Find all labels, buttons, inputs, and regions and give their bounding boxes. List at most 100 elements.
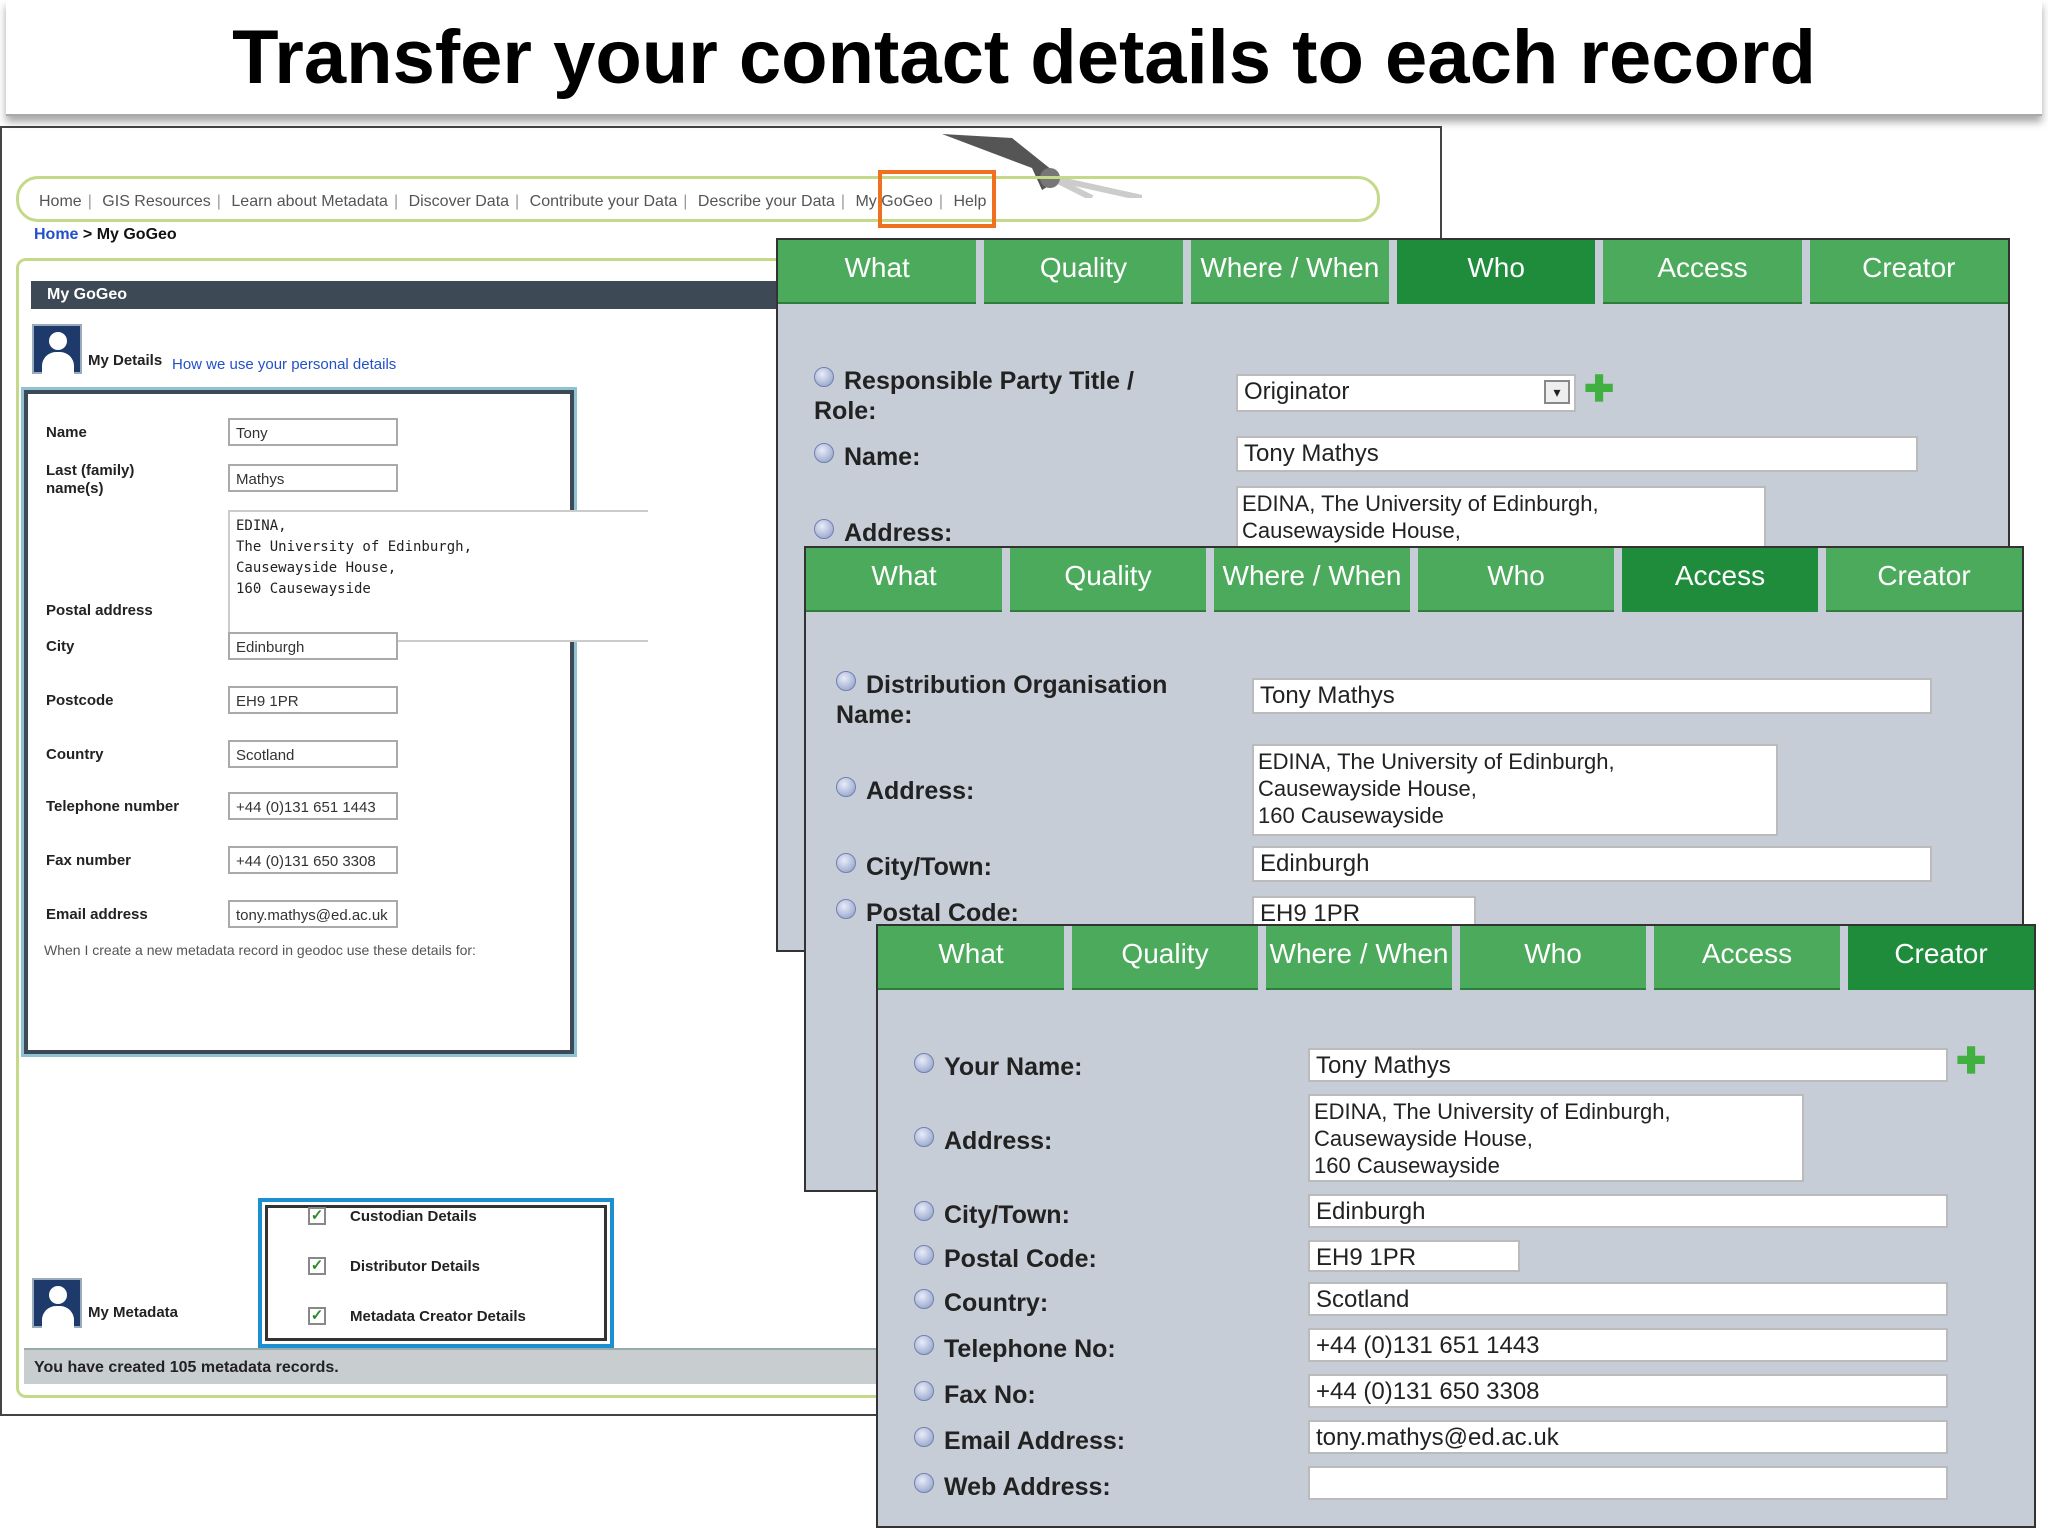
creator-fax-input[interactable]: +44 (0)131 650 3308 xyxy=(1308,1374,1948,1408)
my-details-label: My Details xyxy=(88,352,163,369)
checkbox-checked-icon[interactable]: ✓ xyxy=(308,1307,326,1325)
nav-home[interactable]: Home xyxy=(39,193,82,211)
tab-where-when[interactable]: Where / When xyxy=(1190,240,1389,304)
nav-contribute-data[interactable]: Contribute your Data xyxy=(530,193,678,211)
tab-quality[interactable]: Quality xyxy=(1072,926,1258,990)
email-input[interactable]: tony.mathys@ed.ac.uk xyxy=(228,900,398,928)
info-icon[interactable] xyxy=(836,853,856,873)
postcode-input[interactable]: EH9 1PR xyxy=(228,686,398,714)
tab-where-when[interactable]: Where / When xyxy=(1214,548,1410,612)
checkbox-checked-icon[interactable]: ✓ xyxy=(308,1207,326,1225)
info-icon[interactable] xyxy=(914,1245,934,1265)
select-arrow-icon[interactable]: ▾ xyxy=(1544,380,1570,404)
creator-postal-label: Postal Code: xyxy=(914,1244,1097,1274)
nav-separator: | xyxy=(87,193,92,210)
creator-tabs: What Quality Where / When Who Access Cre… xyxy=(878,926,2034,990)
tab-access[interactable]: Access xyxy=(1654,926,1840,990)
info-icon[interactable] xyxy=(836,671,856,691)
creator-address-textarea[interactable]: EDINA, The University of Edinburgh, Caus… xyxy=(1308,1094,1804,1182)
tab-creator[interactable]: Creator xyxy=(1826,548,2022,612)
breadcrumb-separator: > xyxy=(78,226,97,243)
access-address-textarea[interactable]: EDINA, The University of Edinburgh, Caus… xyxy=(1252,744,1778,836)
privacy-link[interactable]: How we use your personal details xyxy=(172,356,396,373)
creator-postal-input[interactable]: EH9 1PR xyxy=(1308,1240,1520,1272)
city-label: City xyxy=(46,638,75,655)
slide-title-bar: Transfer your contact details to each re… xyxy=(6,0,2042,116)
city-input[interactable]: Edinburgh xyxy=(228,632,398,660)
tab-creator[interactable]: Creator xyxy=(1809,240,2008,304)
last-name-input[interactable]: Mathys xyxy=(228,464,398,492)
info-icon[interactable] xyxy=(914,1381,934,1401)
access-city-input[interactable]: Edinburgh xyxy=(1252,846,1932,882)
distributor-label: Distributor Details xyxy=(350,1258,481,1275)
nav-describe-data[interactable]: Describe your Data xyxy=(698,193,835,211)
info-icon[interactable] xyxy=(814,519,834,539)
distribution-org-input[interactable]: Tony Mathys xyxy=(1252,678,1932,714)
defaults-note: When I create a new metadata record in g… xyxy=(44,942,476,958)
info-icon[interactable] xyxy=(836,777,856,797)
info-icon[interactable] xyxy=(914,1201,934,1221)
tab-who[interactable]: Who xyxy=(1418,548,1614,612)
your-name-input[interactable]: Tony Mathys xyxy=(1308,1048,1948,1082)
checkbox-checked-icon[interactable]: ✓ xyxy=(308,1257,326,1275)
role-value: Originator xyxy=(1244,378,1350,405)
info-icon[interactable] xyxy=(914,1427,934,1447)
my-gogeo-highlight xyxy=(878,170,996,228)
creator-option[interactable]: ✓ Metadata Creator Details xyxy=(308,1307,526,1325)
name-input[interactable]: Tony xyxy=(228,418,398,446)
country-label: Country xyxy=(46,746,104,763)
tab-where-when[interactable]: Where / When xyxy=(1266,926,1452,990)
info-icon[interactable] xyxy=(914,1053,934,1073)
nav-discover-data[interactable]: Discover Data xyxy=(409,193,509,211)
breadcrumb-home-link[interactable]: Home xyxy=(34,226,78,243)
breadcrumb-current: My GoGeo xyxy=(96,226,177,243)
fax-input[interactable]: +44 (0)131 650 3308 xyxy=(228,846,398,874)
add-plus-icon[interactable]: ✚ xyxy=(1956,1043,1986,1079)
distributor-option[interactable]: ✓ Distributor Details xyxy=(308,1257,481,1275)
fax-label: Fax number xyxy=(46,852,132,869)
tab-creator[interactable]: Creator xyxy=(1848,926,2034,990)
creator-email-input[interactable]: tony.mathys@ed.ac.uk xyxy=(1308,1420,1948,1454)
tab-who[interactable]: Who xyxy=(1396,240,1596,304)
custodian-label: Custodian Details xyxy=(350,1208,477,1225)
nav-separator: | xyxy=(683,193,688,210)
tab-quality[interactable]: Quality xyxy=(1010,548,1206,612)
creator-telephone-input[interactable]: +44 (0)131 651 1443 xyxy=(1308,1328,1948,1362)
role-select[interactable]: Originator ▾ xyxy=(1236,374,1576,412)
info-icon[interactable] xyxy=(836,899,856,919)
tab-quality[interactable]: Quality xyxy=(984,240,1183,304)
info-icon[interactable] xyxy=(814,367,834,387)
creator-telephone-label: Telephone No: xyxy=(914,1334,1116,1364)
email-label: Email address xyxy=(46,906,148,923)
tab-what[interactable]: What xyxy=(778,240,977,304)
tab-access[interactable]: Access xyxy=(1622,548,1818,612)
nav-separator: | xyxy=(840,193,846,210)
tab-who[interactable]: Who xyxy=(1460,926,1646,990)
add-plus-icon[interactable]: ✚ xyxy=(1584,371,1614,407)
custodian-option[interactable]: ✓ Custodian Details xyxy=(308,1207,477,1225)
creator-city-input[interactable]: Edinburgh xyxy=(1308,1194,1948,1228)
nav-gis-resources[interactable]: GIS Resources xyxy=(102,193,210,211)
info-icon[interactable] xyxy=(814,443,834,463)
who-name-input[interactable]: Tony Mathys xyxy=(1236,436,1918,472)
tab-what[interactable]: What xyxy=(806,548,1002,612)
who-address-textarea[interactable]: EDINA, The University of Edinburgh, Caus… xyxy=(1236,486,1766,552)
info-icon[interactable] xyxy=(914,1127,934,1147)
country-input[interactable]: Scotland xyxy=(228,740,398,768)
slide: Transfer your contact details to each re… xyxy=(0,0,2048,1536)
telephone-input[interactable]: +44 (0)131 651 1443 xyxy=(228,792,398,820)
info-icon[interactable] xyxy=(914,1473,934,1493)
creator-country-input[interactable]: Scotland xyxy=(1308,1282,1948,1316)
access-tabs: What Quality Where / When Who Access Cre… xyxy=(806,548,2022,612)
nav-learn-metadata[interactable]: Learn about Metadata xyxy=(231,193,388,211)
info-icon[interactable] xyxy=(914,1289,934,1309)
postal-address-textarea[interactable]: EDINA, The University of Edinburgh, Caus… xyxy=(228,510,648,642)
nav-separator: | xyxy=(216,193,221,210)
info-icon[interactable] xyxy=(914,1335,934,1355)
tab-what[interactable]: What xyxy=(878,926,1064,990)
slide-title: Transfer your contact details to each re… xyxy=(232,15,1816,100)
tab-access[interactable]: Access xyxy=(1603,240,1802,304)
last-name-label: Last (family) name(s) xyxy=(46,462,135,497)
creator-label: Metadata Creator Details xyxy=(350,1308,526,1325)
creator-web-input[interactable] xyxy=(1308,1466,1948,1500)
